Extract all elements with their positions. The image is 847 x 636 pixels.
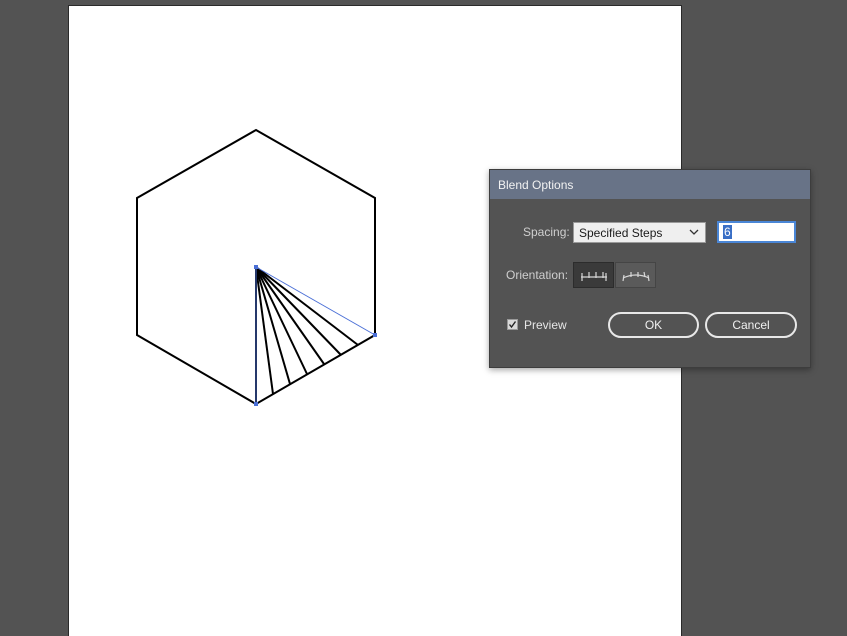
align-to-path-icon: [622, 271, 650, 282]
blend-options-dialog: Blend Options Spacing: Specified Steps 6…: [489, 169, 811, 368]
preview-checkbox[interactable]: [507, 319, 518, 330]
dialog-title: Blend Options: [498, 178, 574, 192]
align-to-path-button[interactable]: [615, 262, 656, 288]
blend-object[interactable]: [255, 266, 359, 404]
steps-input[interactable]: 6: [717, 221, 796, 243]
checkmark-icon: [508, 321, 517, 329]
align-to-page-button[interactable]: [573, 262, 614, 288]
spacing-dropdown[interactable]: Specified Steps: [573, 222, 706, 243]
spacing-label: Spacing:: [523, 225, 570, 239]
anchor-point[interactable]: [254, 402, 258, 406]
chevron-down-icon: [689, 229, 699, 235]
align-to-page-icon: [581, 272, 607, 281]
orientation-label: Orientation:: [506, 268, 569, 282]
spacing-dropdown-value: Specified Steps: [579, 226, 663, 240]
anchor-point[interactable]: [254, 265, 258, 269]
cancel-button[interactable]: Cancel: [705, 312, 797, 338]
selection-outline: [255, 266, 376, 404]
steps-value: 6: [723, 225, 732, 239]
preview-label[interactable]: Preview: [524, 318, 567, 332]
anchor-point[interactable]: [373, 333, 377, 337]
ok-button[interactable]: OK: [608, 312, 699, 338]
dialog-titlebar[interactable]: Blend Options: [490, 170, 810, 199]
